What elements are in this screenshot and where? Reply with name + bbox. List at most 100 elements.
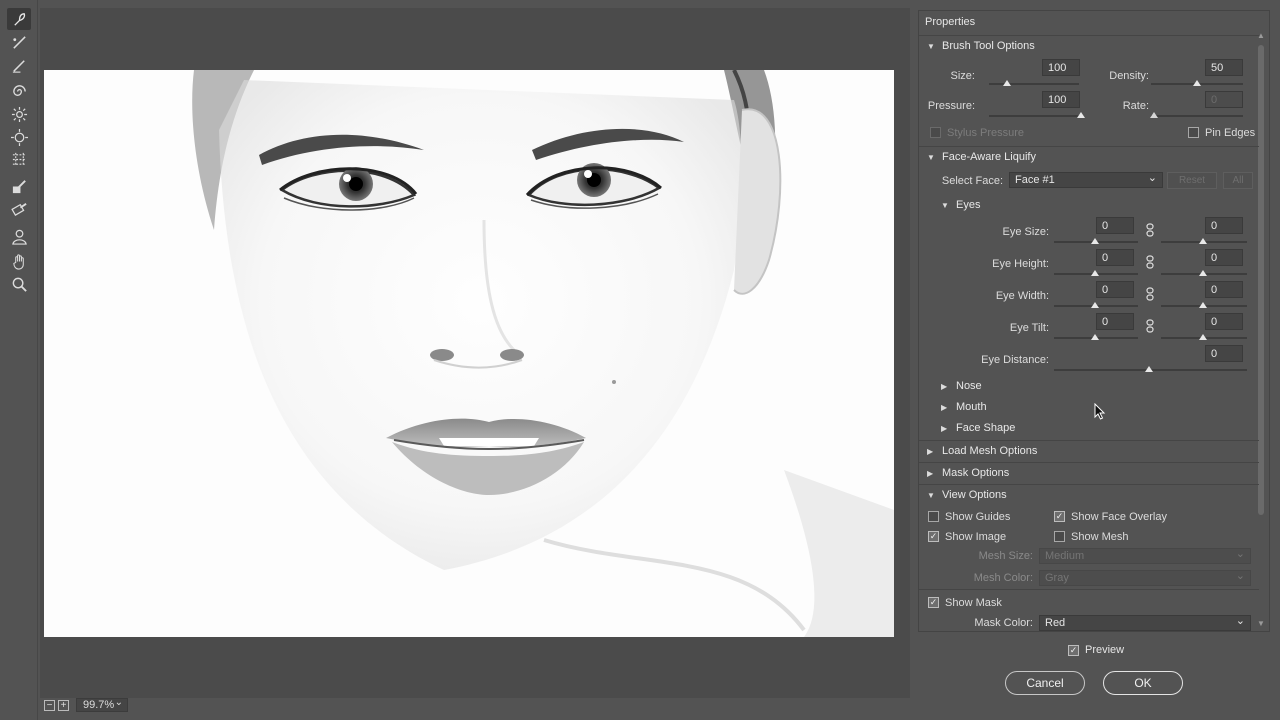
rate-slider-thumb[interactable] — [1150, 112, 1158, 118]
collapsed-triangle-icon: ▶ — [941, 423, 948, 433]
eye-width-right-thumb[interactable] — [1199, 302, 1207, 308]
link-chain-icon[interactable] — [1146, 255, 1154, 269]
stylus-pressure-checkbox[interactable] — [930, 127, 941, 138]
expanded-triangle-icon: ▼ — [927, 152, 935, 162]
eye-tilt-right-input[interactable]: 0 — [1205, 313, 1243, 330]
pressure-slider-track[interactable] — [989, 115, 1081, 117]
forward-warp-tool-icon[interactable] — [7, 8, 31, 30]
show-face-overlay-checkbox[interactable]: ✓ — [1054, 511, 1065, 522]
all-button[interactable]: All — [1223, 172, 1253, 189]
preview-image[interactable] — [44, 70, 894, 637]
eye-width-right-input[interactable]: 0 — [1205, 281, 1243, 298]
show-image-checkbox[interactable]: ✓ — [928, 531, 939, 542]
show-mask-checkbox[interactable]: ✓ — [928, 597, 939, 608]
eye-tilt-left-thumb[interactable] — [1091, 334, 1099, 340]
ok-button[interactable]: OK — [1103, 671, 1183, 695]
size-slider-thumb[interactable] — [1003, 80, 1011, 86]
zoom-tool-icon[interactable] — [7, 273, 31, 295]
freeze-mask-tool-icon[interactable] — [7, 175, 31, 197]
section-title: Face-Aware Liquify — [942, 151, 1036, 163]
density-input[interactable]: 50 — [1205, 59, 1243, 76]
select-face-value: Face #1 — [1015, 174, 1055, 186]
show-mesh-checkbox[interactable] — [1054, 531, 1065, 542]
eye-height-right-input[interactable]: 0 — [1205, 249, 1243, 266]
eye-size-left-thumb[interactable] — [1091, 238, 1099, 244]
eyes-header[interactable]: ▼ Eyes — [941, 199, 980, 211]
link-chain-icon[interactable] — [1146, 223, 1154, 237]
mesh-size-value: Medium — [1045, 550, 1085, 562]
nose-header[interactable]: ▶ Nose — [941, 380, 982, 392]
subsection-title: Eyes — [956, 199, 981, 211]
mask-color-value: Red — [1045, 617, 1066, 629]
eye-height-right-thumb[interactable] — [1199, 270, 1207, 276]
face-aware-header[interactable]: ▼ Face-Aware Liquify — [927, 151, 1036, 163]
pressure-input[interactable]: 100 — [1042, 91, 1080, 108]
rate-input[interactable]: 0 — [1205, 91, 1243, 108]
properties-panel: Properties ▲ ▼ ▼ Brush Tool Options Size… — [918, 10, 1270, 632]
divider — [919, 35, 1259, 36]
eye-height-left-thumb[interactable] — [1091, 270, 1099, 276]
reconstruct-tool-icon[interactable] — [7, 31, 31, 53]
preview-checkbox[interactable]: ✓ — [1068, 644, 1079, 656]
zoom-in-button[interactable]: + — [58, 699, 69, 711]
face-tool-icon[interactable] — [7, 225, 31, 247]
liquify-toolbar — [0, 0, 38, 720]
pin-edges-checkbox[interactable] — [1188, 127, 1199, 138]
load-mesh-header[interactable]: ▶ Load Mesh Options — [927, 445, 1037, 457]
preview-toggle[interactable]: ✓ Preview — [1068, 644, 1124, 656]
twirl-clockwise-tool-icon[interactable] — [7, 80, 31, 102]
smooth-tool-icon[interactable] — [7, 54, 31, 76]
brush-options-header[interactable]: ▼ Brush Tool Options — [927, 40, 1035, 52]
pucker-tool-icon[interactable] — [7, 103, 31, 125]
cancel-button[interactable]: Cancel — [1005, 671, 1085, 695]
density-slider-thumb[interactable] — [1193, 80, 1201, 86]
select-face-dropdown[interactable]: Face #1 ⌄ — [1009, 172, 1163, 188]
pressure-slider-thumb[interactable] — [1077, 112, 1085, 118]
eye-width-label: Eye Width: — [995, 290, 1049, 302]
push-left-tool-icon[interactable] — [7, 148, 31, 170]
subsection-title: Face Shape — [956, 422, 1016, 434]
link-chain-icon[interactable] — [1146, 319, 1154, 333]
link-chain-icon[interactable] — [1146, 287, 1154, 301]
eye-size-right-thumb[interactable] — [1199, 238, 1207, 244]
panel-scrollbar[interactable]: ▲ ▼ — [1256, 31, 1266, 631]
size-input[interactable]: 100 — [1042, 59, 1080, 76]
mask-options-header[interactable]: ▶ Mask Options — [927, 467, 1009, 479]
eye-size-right-input[interactable]: 0 — [1205, 217, 1243, 234]
zoom-level-value: 99.7% — [83, 699, 115, 711]
thaw-mask-tool-icon[interactable] — [7, 198, 31, 220]
collapsed-triangle-icon: ▶ — [927, 468, 934, 478]
eye-height-label: Eye Height: — [992, 258, 1049, 270]
zoom-level-select[interactable]: 99.7% ⌄ — [76, 697, 128, 712]
view-options-header[interactable]: ▼ View Options — [927, 489, 1007, 501]
eye-height-left-input[interactable]: 0 — [1096, 249, 1134, 266]
mesh-size-dropdown[interactable]: Medium ⌄ — [1039, 548, 1251, 564]
subsection-title: Mouth — [956, 401, 987, 413]
hand-tool-icon[interactable] — [7, 250, 31, 272]
face-shape-header[interactable]: ▶ Face Shape — [941, 422, 1015, 434]
mesh-color-dropdown[interactable]: Gray ⌄ — [1039, 570, 1251, 586]
eye-size-left-input[interactable]: 0 — [1096, 217, 1134, 234]
stylus-pressure-label: Stylus Pressure — [947, 127, 1025, 139]
eye-distance-input[interactable]: 0 — [1205, 345, 1243, 362]
eye-distance-thumb[interactable] — [1145, 366, 1153, 372]
eye-tilt-left-input[interactable]: 0 — [1096, 313, 1134, 330]
eye-width-left-input[interactable]: 0 — [1096, 281, 1134, 298]
mouth-header[interactable]: ▶ Mouth — [941, 401, 987, 413]
mask-color-dropdown[interactable]: Red ⌄ — [1039, 615, 1251, 631]
divider — [919, 589, 1259, 590]
eye-width-left-thumb[interactable] — [1091, 302, 1099, 308]
rate-slider-track[interactable] — [1151, 115, 1243, 117]
mesh-size-label: Mesh Size: — [978, 550, 1033, 562]
scroll-down-icon[interactable]: ▼ — [1257, 619, 1265, 628]
select-face-label: Select Face: — [941, 175, 1003, 187]
eye-tilt-right-thumb[interactable] — [1199, 334, 1207, 340]
scrollbar-thumb[interactable] — [1258, 45, 1264, 515]
zoom-controls: − + 99.7% ⌄ — [44, 697, 128, 713]
divider — [919, 462, 1259, 463]
show-guides-checkbox[interactable] — [928, 511, 939, 522]
zoom-out-button[interactable]: − — [44, 699, 55, 711]
reset-button[interactable]: Reset — [1167, 172, 1217, 189]
bloat-tool-icon[interactable] — [7, 126, 31, 148]
panel-title: Properties — [925, 16, 976, 28]
